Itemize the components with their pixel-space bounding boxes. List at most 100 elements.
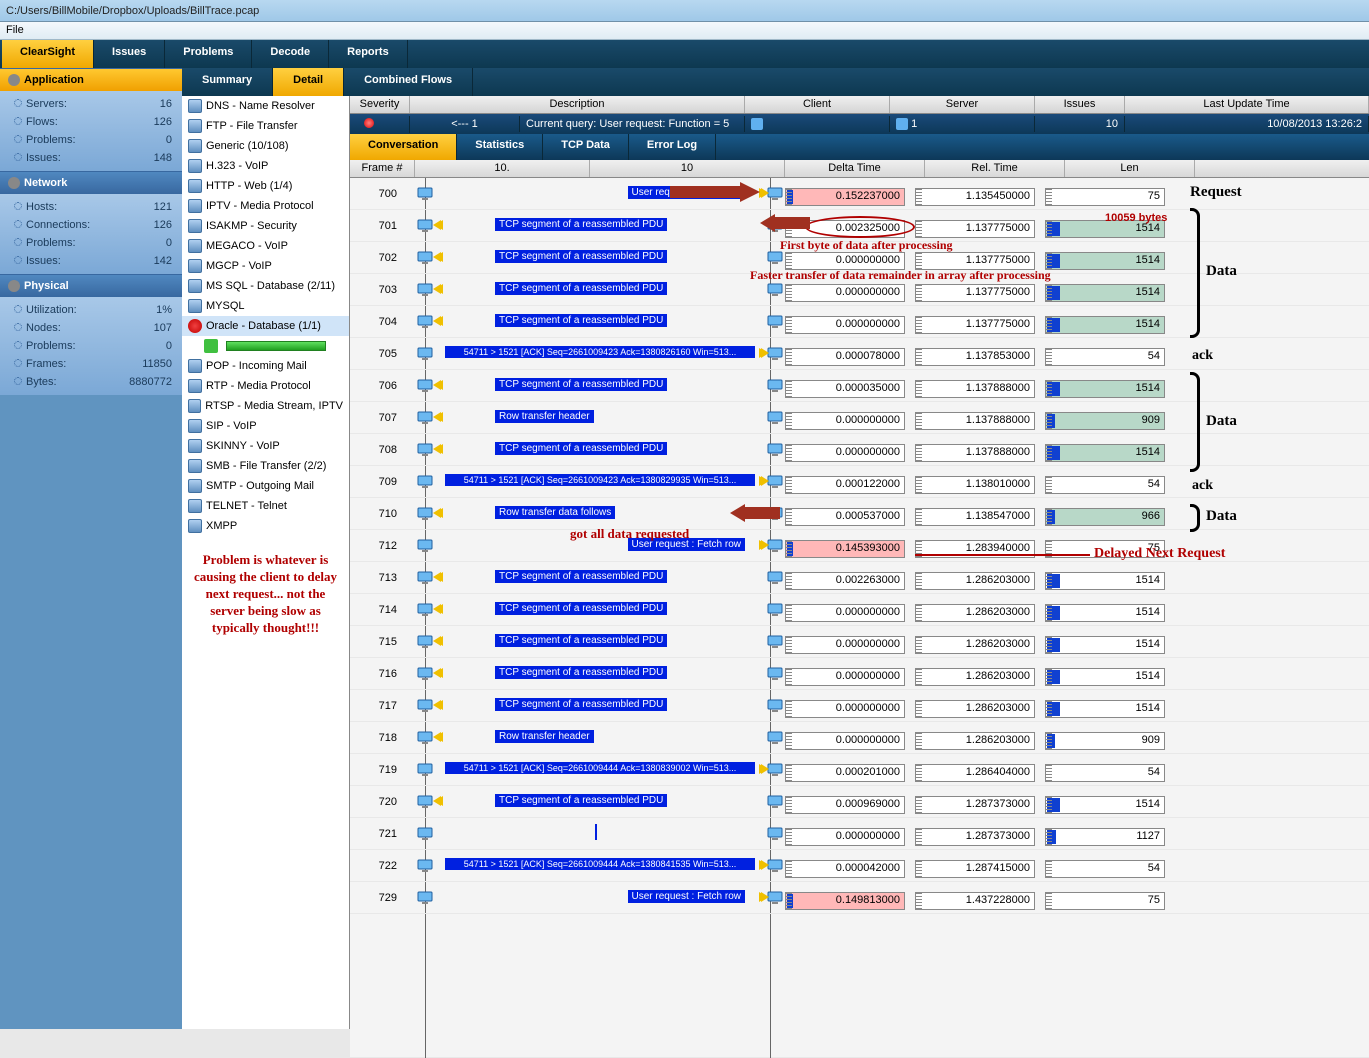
convtab-tcpdata[interactable]: TCP Data bbox=[543, 134, 629, 160]
frame-number: 709 bbox=[350, 476, 415, 488]
packet-row[interactable]: 708TCP segment of a reassembled PDU0.000… bbox=[350, 434, 1369, 466]
tab-reports[interactable]: Reports bbox=[329, 40, 408, 68]
convtab-statistics[interactable]: Statistics bbox=[457, 134, 543, 160]
packet-row[interactable]: 716TCP segment of a reassembled PDU0.000… bbox=[350, 658, 1369, 690]
packet-row[interactable]: 70554711 > 1521 [ACK] Seq=2661009423 Ack… bbox=[350, 338, 1369, 370]
protocol-sub-item[interactable] bbox=[182, 336, 349, 356]
detail-selected-row[interactable]: <--- 1 Current query: User request: Func… bbox=[350, 114, 1369, 134]
flow-diagram: User request : Fetch row bbox=[415, 178, 785, 210]
delta-value: 0.000000000 bbox=[785, 284, 905, 302]
stat-frames[interactable]: Frames:11850 bbox=[0, 355, 182, 373]
hdr-description[interactable]: Description bbox=[410, 96, 745, 113]
protocol-item[interactable]: H.323 - VoIP bbox=[182, 156, 349, 176]
packet-row[interactable]: 701TCP segment of a reassembled PDU0.002… bbox=[350, 210, 1369, 242]
server-endpoint-icon bbox=[767, 378, 783, 394]
protocol-item[interactable]: RTP - Media Protocol bbox=[182, 376, 349, 396]
stat-servers[interactable]: Servers:16 bbox=[0, 95, 182, 113]
stat-issues[interactable]: Issues:148 bbox=[0, 149, 182, 167]
protocol-item[interactable]: SKINNY - VoIP bbox=[182, 436, 349, 456]
menu-file[interactable]: File bbox=[6, 24, 24, 36]
section-application[interactable]: Application bbox=[0, 68, 182, 91]
protocol-item[interactable]: MYSQL bbox=[182, 296, 349, 316]
section-physical[interactable]: Physical bbox=[0, 274, 182, 297]
protocol-item[interactable]: Oracle - Database (1/1) bbox=[182, 316, 349, 336]
tab-decode[interactable]: Decode bbox=[252, 40, 329, 68]
flow-diagram bbox=[415, 818, 785, 850]
protocol-item[interactable]: MEGACO - VoIP bbox=[182, 236, 349, 256]
packet-row[interactable]: 713TCP segment of a reassembled PDU0.002… bbox=[350, 562, 1369, 594]
packet-row[interactable]: 7210.0000000001.2873730001127 bbox=[350, 818, 1369, 850]
packet-grid[interactable]: Request First byte of data after process… bbox=[350, 178, 1369, 1058]
protocol-item[interactable]: MS SQL - Database (2/11) bbox=[182, 276, 349, 296]
convtab-conversation[interactable]: Conversation bbox=[350, 134, 457, 160]
hdr-issues[interactable]: Issues bbox=[1035, 96, 1125, 113]
protocol-item[interactable]: IPTV - Media Protocol bbox=[182, 196, 349, 216]
protocol-item[interactable]: XMPP bbox=[182, 516, 349, 536]
protocol-item[interactable]: SMB - File Transfer (2/2) bbox=[182, 456, 349, 476]
col-endpoint1[interactable]: 10. bbox=[415, 160, 590, 177]
packet-row[interactable]: 710Row transfer data follows0.0005370001… bbox=[350, 498, 1369, 530]
packet-row[interactable]: 712User request : Fetch row0.1453930001.… bbox=[350, 530, 1369, 562]
stat-connections[interactable]: Connections:126 bbox=[0, 216, 182, 234]
hdr-lastupdate[interactable]: Last Update Time bbox=[1125, 96, 1369, 113]
convtab-errorlog[interactable]: Error Log bbox=[629, 134, 716, 160]
len-cell: 1514 bbox=[1045, 246, 1165, 270]
col-endpoint2[interactable]: 10 bbox=[590, 160, 785, 177]
stat-net-problems[interactable]: Problems:0 bbox=[0, 234, 182, 252]
col-len[interactable]: Len bbox=[1065, 160, 1195, 177]
protocol-item[interactable]: DNS - Name Resolver bbox=[182, 96, 349, 116]
protocol-item[interactable]: SIP - VoIP bbox=[182, 416, 349, 436]
section-network[interactable]: Network bbox=[0, 171, 182, 194]
hdr-client[interactable]: Client bbox=[745, 96, 890, 113]
protocol-item[interactable]: POP - Incoming Mail bbox=[182, 356, 349, 376]
stat-bytes[interactable]: Bytes:8880772 bbox=[0, 373, 182, 391]
packet-row[interactable]: 720TCP segment of a reassembled PDU0.000… bbox=[350, 786, 1369, 818]
hdr-severity[interactable]: Severity bbox=[350, 96, 410, 113]
packet-row[interactable]: 717TCP segment of a reassembled PDU0.000… bbox=[350, 690, 1369, 722]
subtab-summary[interactable]: Summary bbox=[182, 68, 273, 96]
stat-util[interactable]: Utilization:1% bbox=[0, 301, 182, 319]
packet-row[interactable]: 707Row transfer header0.0000000001.13788… bbox=[350, 402, 1369, 434]
delta-time-cell: 0.000000000 bbox=[785, 662, 915, 686]
packet-row[interactable]: 703TCP segment of a reassembled PDU0.000… bbox=[350, 274, 1369, 306]
hdr-server[interactable]: Server bbox=[890, 96, 1035, 113]
stat-nodes[interactable]: Nodes:107 bbox=[0, 319, 182, 337]
packet-row[interactable]: 71954711 > 1521 [ACK] Seq=2661009444 Ack… bbox=[350, 754, 1369, 786]
packet-row[interactable]: 729User request : Fetch row0.1498130001.… bbox=[350, 882, 1369, 914]
frame-number: 714 bbox=[350, 604, 415, 616]
subtab-combined[interactable]: Combined Flows bbox=[344, 68, 473, 96]
stat-hosts[interactable]: Hosts:121 bbox=[0, 198, 182, 216]
col-rel[interactable]: Rel. Time bbox=[925, 160, 1065, 177]
protocol-list[interactable]: DNS - Name ResolverFTP - File TransferGe… bbox=[182, 96, 350, 1029]
protocol-item[interactable]: TELNET - Telnet bbox=[182, 496, 349, 516]
direction-arrow-icon bbox=[433, 284, 441, 294]
packet-row[interactable]: 714TCP segment of a reassembled PDU0.000… bbox=[350, 594, 1369, 626]
protocol-item[interactable]: RTSP - Media Stream, IPTV bbox=[182, 396, 349, 416]
stat-problems[interactable]: Problems:0 bbox=[0, 131, 182, 149]
packet-row[interactable]: 700User request : Fetch row0.1522370001.… bbox=[350, 178, 1369, 210]
protocol-item[interactable]: SMTP - Outgoing Mail bbox=[182, 476, 349, 496]
tab-clearsight[interactable]: ClearSight bbox=[2, 40, 94, 68]
packet-row[interactable]: 706TCP segment of a reassembled PDU0.000… bbox=[350, 370, 1369, 402]
tab-problems[interactable]: Problems bbox=[165, 40, 252, 68]
packet-row[interactable]: 702TCP segment of a reassembled PDU0.000… bbox=[350, 242, 1369, 274]
col-frame[interactable]: Frame # bbox=[350, 160, 415, 177]
stat-net-issues[interactable]: Issues:142 bbox=[0, 252, 182, 270]
delta-time-cell: 0.000042000 bbox=[785, 854, 915, 878]
packet-row[interactable]: 70954711 > 1521 [ACK] Seq=2661009423 Ack… bbox=[350, 466, 1369, 498]
protocol-item[interactable]: ISAKMP - Security bbox=[182, 216, 349, 236]
packet-row[interactable]: 704TCP segment of a reassembled PDU0.000… bbox=[350, 306, 1369, 338]
tab-issues[interactable]: Issues bbox=[94, 40, 165, 68]
protocol-item[interactable]: Generic (10/108) bbox=[182, 136, 349, 156]
stat-flows[interactable]: Flows:126 bbox=[0, 113, 182, 131]
protocol-item[interactable]: MGCP - VoIP bbox=[182, 256, 349, 276]
problem-annotation: Problem is whatever is causing the clien… bbox=[182, 536, 349, 652]
packet-row[interactable]: 718Row transfer header0.0000000001.28620… bbox=[350, 722, 1369, 754]
packet-row[interactable]: 72254711 > 1521 [ACK] Seq=2661009444 Ack… bbox=[350, 850, 1369, 882]
protocol-item[interactable]: HTTP - Web (1/4) bbox=[182, 176, 349, 196]
subtab-detail[interactable]: Detail bbox=[273, 68, 344, 96]
stat-phy-problems[interactable]: Problems:0 bbox=[0, 337, 182, 355]
col-delta[interactable]: Delta Time bbox=[785, 160, 925, 177]
packet-row[interactable]: 715TCP segment of a reassembled PDU0.000… bbox=[350, 626, 1369, 658]
protocol-item[interactable]: FTP - File Transfer bbox=[182, 116, 349, 136]
